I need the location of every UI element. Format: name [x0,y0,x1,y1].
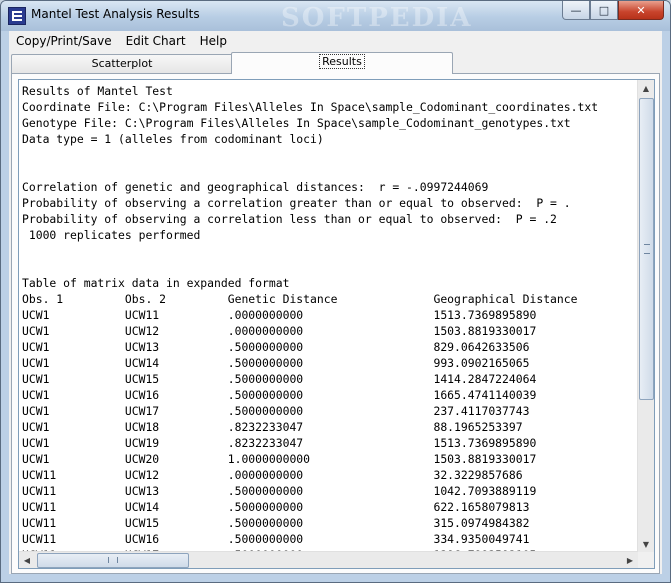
results-line: UCW1 UCW11 .0000000000 1513.7369895890 [22,308,537,322]
caption-buttons: — □ ✕ [562,1,664,21]
tab-strip: Scatterplot Results [9,52,662,74]
app-icon [8,7,26,25]
horizontal-scroll-thumb[interactable] [37,553,189,568]
results-line: UCW1 UCW14 .5000000000 993.0902165065 [22,356,530,370]
menu-edit-chart[interactable]: Edit Chart [119,34,193,48]
grip-icon [108,557,118,563]
results-line: UCW1 UCW20 1.0000000000 1503.8819330017 [22,452,537,466]
results-line: UCW11 UCW12 .0000000000 32.3229857686 [22,468,523,482]
results-line: UCW1 UCW18 .8232233047 88.1965253397 [22,420,523,434]
results-line: UCW1 UCW12 .0000000000 1503.8819330017 [22,324,537,338]
results-line: Table of matrix data in expanded format [22,276,290,290]
results-line: Results of Mantel Test [22,84,173,98]
results-text-area[interactable]: Results of Mantel Test Coordinate File: C… [22,83,637,551]
tab-scatterplot-label: Scatterplot [91,57,153,70]
results-line [22,243,637,259]
menu-help[interactable]: Help [193,34,234,48]
horizontal-scrollbar[interactable]: ◀ ▶ [19,551,638,568]
results-line: UCW11 UCW13 .5000000000 1042.7093889119 [22,484,537,498]
results-line: Probability of observing a correlation g… [22,196,571,210]
results-line [22,259,637,275]
window-title: Mantel Test Analysis Results [31,7,200,21]
menu-copy-print-save[interactable]: Copy/Print/Save [9,34,119,48]
results-line: UCW1 UCW17 .5000000000 237.4117037743 [22,404,530,418]
down-arrow-icon[interactable]: ▼ [638,536,654,552]
tab-scatterplot[interactable]: Scatterplot [11,54,233,73]
maximize-button[interactable]: □ [590,1,618,20]
results-line: Genotype File: C:\Program Files\Alleles … [22,116,571,130]
results-line: Correlation of genetic and geographical … [22,180,489,194]
results-line: Obs. 1 Obs. 2 Genetic Distance Geographi… [22,292,578,306]
results-line: UCW1 UCW15 .5000000000 1414.2847224064 [22,372,537,386]
tab-results-label: Results [319,54,365,69]
results-panel: Results of Mantel Test Coordinate File: C… [11,73,660,574]
right-arrow-icon[interactable]: ▶ [622,552,638,568]
watermark: SOFTPEDIA [281,3,473,33]
results-line [22,147,637,163]
results-line: UCW1 UCW16 .5000000000 1665.4741140039 [22,388,537,402]
results-line [22,163,637,179]
results-line: UCW11 UCW14 .5000000000 622.1658079813 [22,500,530,514]
close-button[interactable]: ✕ [618,1,664,20]
vertical-scrollbar[interactable]: ▲ ▼ [637,80,654,552]
scroll-corner [638,552,654,568]
up-arrow-icon[interactable]: ▲ [638,80,654,96]
title-bar[interactable]: Mantel Test Analysis Results SOFTPEDIA —… [1,1,670,33]
results-line: UCW1 UCW13 .5000000000 829.0642633506 [22,340,530,354]
results-line: Coordinate File: C:\Program Files\Allele… [22,100,599,114]
vertical-scroll-thumb[interactable] [639,98,654,400]
results-textbox[interactable]: Results of Mantel Test Coordinate File: C… [18,79,655,569]
results-line: UCW11 UCW15 .5000000000 315.0974984382 [22,516,530,530]
results-line: 1000 replicates performed [22,228,201,242]
results-line: UCW1 UCW19 .8232233047 1513.7369895890 [22,436,537,450]
tab-results[interactable]: Results [231,52,453,74]
results-window: Mantel Test Analysis Results SOFTPEDIA —… [0,0,671,583]
results-line: UCW11 UCW16 .5000000000 334.9350049741 [22,532,530,546]
results-line: Data type = 1 (alleles from codominant l… [22,132,324,146]
menu-bar: Copy/Print/Save Edit Chart Help [9,31,662,52]
results-line: Probability of observing a correlation l… [22,212,557,226]
client-area: Scatterplot Results Results of Mantel Te… [9,51,662,574]
minimize-button[interactable]: — [562,1,590,20]
left-arrow-icon[interactable]: ◀ [19,552,35,568]
grip-icon [644,244,650,254]
